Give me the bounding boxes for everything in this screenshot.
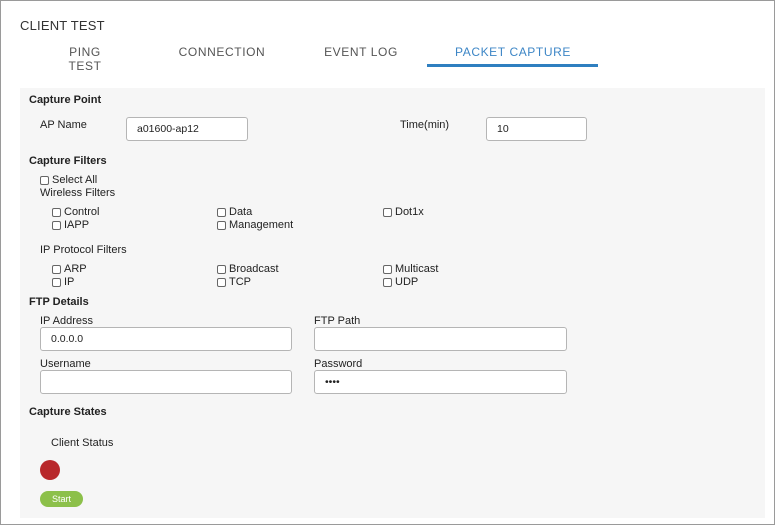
filter-label: Multicast	[395, 263, 439, 275]
ap-name-label: AP Name	[40, 119, 87, 131]
ip-address-label: IP Address	[40, 315, 93, 327]
checkbox-box[interactable]	[383, 277, 392, 287]
filter-label: Broadcast	[229, 263, 279, 275]
checkbox-box[interactable]	[52, 220, 61, 230]
password-input[interactable]	[314, 370, 567, 394]
filter-data-checkbox[interactable]: Data	[217, 206, 252, 218]
filter-label: Control	[64, 206, 100, 218]
checkbox-box[interactable]	[217, 220, 226, 230]
filter-label: IAPP	[64, 219, 90, 231]
filter-iapp-checkbox[interactable]: IAPP	[52, 219, 89, 231]
filter-management-checkbox[interactable]: Management	[217, 219, 293, 231]
tab-bar: PING TEST CONNECTION EVENT LOG PACKET CA…	[1, 41, 775, 73]
checkbox-box[interactable]	[383, 207, 392, 217]
checkbox-box[interactable]	[217, 207, 226, 217]
filter-ip-checkbox[interactable]: IP	[52, 276, 74, 288]
checkbox-box[interactable]	[217, 264, 226, 274]
username-input[interactable]	[40, 370, 292, 394]
tab-ping-test[interactable]: PING TEST	[51, 45, 119, 73]
filter-dot1x-checkbox[interactable]: Dot1x	[383, 206, 424, 218]
start-button[interactable]: Start	[40, 491, 83, 507]
checkbox-box[interactable]	[40, 175, 49, 185]
active-tab-indicator	[427, 64, 598, 67]
filter-control-checkbox[interactable]: Control	[52, 206, 99, 218]
filter-label: TCP	[229, 276, 251, 288]
select-all-label: Select All	[52, 174, 98, 186]
filter-label: Dot1x	[395, 206, 424, 218]
capture-states-heading: Capture States	[29, 406, 107, 418]
client-status-indicator	[40, 460, 60, 480]
filter-label: IP	[64, 276, 75, 288]
username-label: Username	[40, 358, 91, 370]
filter-label: Management	[229, 219, 294, 231]
filter-broadcast-checkbox[interactable]: Broadcast	[217, 263, 279, 275]
select-all-checkbox[interactable]: Select All	[40, 174, 97, 186]
tab-event-log[interactable]: EVENT LOG	[323, 45, 399, 67]
checkbox-box[interactable]	[52, 277, 61, 287]
packet-capture-panel	[20, 88, 765, 518]
time-input[interactable]	[486, 117, 587, 141]
filter-udp-checkbox[interactable]: UDP	[383, 276, 418, 288]
checkbox-box[interactable]	[383, 264, 392, 274]
capture-point-heading: Capture Point	[29, 94, 102, 106]
filter-arp-checkbox[interactable]: ARP	[52, 263, 87, 275]
tab-connection[interactable]: CONNECTION	[177, 45, 267, 67]
filter-tcp-checkbox[interactable]: TCP	[217, 276, 251, 288]
ftp-path-input[interactable]	[314, 327, 567, 351]
capture-filters-heading: Capture Filters	[29, 155, 107, 167]
checkbox-box[interactable]	[217, 277, 226, 287]
filter-label: Data	[229, 206, 253, 218]
filter-label: UDP	[395, 276, 419, 288]
time-label: Time(min)	[400, 119, 450, 131]
filter-label: ARP	[64, 263, 87, 275]
ap-name-input[interactable]	[126, 117, 248, 141]
checkbox-box[interactable]	[52, 207, 61, 217]
filter-multicast-checkbox[interactable]: Multicast	[383, 263, 438, 275]
ip-address-input[interactable]	[40, 327, 292, 351]
ftp-details-heading: FTP Details	[29, 296, 89, 308]
ftp-path-label: FTP Path	[314, 315, 361, 327]
checkbox-box[interactable]	[52, 264, 61, 274]
ip-protocol-filters-label: IP Protocol Filters	[40, 244, 127, 256]
client-status-label: Client Status	[51, 437, 114, 449]
wireless-filters-label: Wireless Filters	[40, 187, 116, 199]
password-label: Password	[314, 358, 363, 370]
page-title: CLIENT TEST	[20, 18, 105, 33]
